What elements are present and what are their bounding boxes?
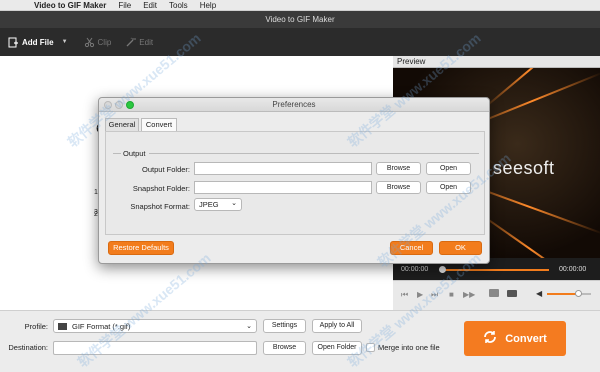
volume-handle[interactable] [574,290,582,297]
previous-icon[interactable]: ⏮ [401,290,408,300]
menu-file[interactable]: File [118,1,131,10]
output-folder-input[interactable] [194,162,372,175]
zoom-dot-icon[interactable] [126,101,134,109]
volume-slider[interactable] [547,293,591,295]
profile-value: GIF Format (*.gif) [72,322,131,331]
snapshot-format-select[interactable]: JPEG ⌄ [194,198,242,211]
preview-brand-text: seesoft [493,158,555,178]
snapshot-browse-button[interactable]: Browse [376,181,421,194]
snapshot-folder-label: Snapshot Folder: [132,184,190,193]
add-file-label: Add File [22,37,54,47]
edit-button[interactable]: Edit [125,37,153,48]
destination-label: Destination: [8,343,48,352]
output-folder-label: Output Folder: [142,165,190,174]
seek-handle[interactable] [439,266,446,273]
chevron-down-icon: ⌄ [246,323,252,330]
restore-defaults-button[interactable]: Restore Defaults [108,241,174,255]
menu-app-name[interactable]: Video to GIF Maker [34,1,106,10]
time-start: 00:00:00 [401,266,429,273]
add-file-button[interactable]: Add File [8,37,54,48]
destination-browse-button[interactable]: Browse [263,341,306,355]
chevron-down-icon: ⌄ [231,200,237,207]
seek-bar[interactable] [441,269,549,271]
profile-label: Profile: [24,322,48,331]
section-divider [113,153,121,154]
ok-button[interactable]: OK [439,241,482,255]
merge-checkbox[interactable] [366,343,375,352]
stop-icon[interactable]: ■ [449,290,454,299]
add-file-dropdown-icon[interactable]: ▼ [62,39,68,45]
output-browse-button[interactable]: Browse [376,162,421,175]
snapshot-format-value: JPEG [199,200,219,209]
camera-icon[interactable] [489,289,499,297]
convert-label: Convert [505,332,547,345]
scissors-icon [84,37,95,48]
window-title: Video to GIF Maker [0,11,600,28]
toolbar: Add File ▼ Clip Edit [0,28,600,56]
close-dot-icon[interactable] [104,101,112,109]
open-folder-button[interactable]: Open Folder [312,341,362,355]
convert-refresh-icon [483,330,497,347]
edit-label: Edit [139,37,154,47]
snapshot-folder-input[interactable] [194,181,372,194]
add-file-icon [8,37,19,48]
time-end: 00:00:00 [559,266,587,273]
tab-convert[interactable]: Convert [141,118,177,131]
profile-select[interactable]: GIF Format (*.gif) ⌄ [53,319,257,333]
clip-button[interactable]: Clip [84,37,112,48]
preferences-dialog: Preferences General Convert Output Outpu… [98,97,490,264]
convert-button[interactable]: Convert [464,321,566,356]
forward-icon[interactable]: ▶▶ [463,290,475,299]
snapshot-open-button[interactable]: Open [426,181,471,194]
play-icon[interactable]: ▶ [417,290,423,299]
clip-label: Clip [97,37,112,47]
output-open-button[interactable]: Open [426,162,471,175]
tab-general[interactable]: General [105,118,139,131]
dialog-title: Preferences [99,98,489,112]
volume-icon[interactable]: ◀ [536,289,542,298]
minimize-dot-icon[interactable] [115,101,123,109]
cancel-button[interactable]: Cancel [390,241,433,255]
merge-label: Merge into one file [378,343,440,352]
menu-tools[interactable]: Tools [169,1,188,10]
preview-label: Preview [393,56,600,68]
magic-wand-icon [125,37,137,48]
playback-controls: ⏮ ▶ ⏭ ■ ▶▶ ◀ [393,280,600,310]
gif-format-icon [58,323,67,330]
volume-fill [547,293,578,295]
settings-button[interactable]: Settings [263,319,306,333]
snapshot-format-label: Snapshot Format: [130,202,190,211]
section-divider [149,153,479,154]
next-icon[interactable]: ⏭ [431,290,438,300]
apply-to-all-button[interactable]: Apply to All [312,319,362,333]
menu-bar: Video to GIF Maker File Edit Tools Help [0,0,600,11]
menu-help[interactable]: Help [200,1,216,10]
output-section-title: Output [123,149,146,158]
menu-edit[interactable]: Edit [143,1,157,10]
destination-input[interactable] [53,341,257,355]
folder-icon[interactable] [507,290,517,297]
